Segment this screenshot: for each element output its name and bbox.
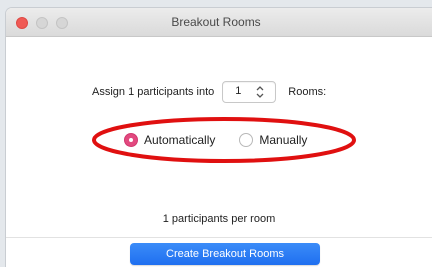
breakout-rooms-dialog: Breakout Rooms Assign 1 participants int… (6, 8, 432, 267)
title-bar: Breakout Rooms (6, 8, 432, 37)
radio-automatically-label[interactable]: Automatically (144, 133, 215, 147)
divider (6, 237, 432, 238)
radio-manually[interactable]: Manually (239, 133, 307, 147)
rooms-suffix-label: Rooms: (288, 86, 327, 98)
assign-row: Assign 1 participants into 1 Rooms: (92, 81, 326, 103)
participants-per-room-text: 1 participants per room (162, 213, 276, 225)
stepper-arrows-icon[interactable] (255, 84, 265, 100)
window-title: Breakout Rooms (171, 15, 261, 29)
dialog-content: Assign 1 participants into 1 Rooms: Auto… (6, 37, 432, 267)
screen: Breakout Rooms Assign 1 participants int… (0, 0, 432, 267)
radio-automatically[interactable]: Automatically (124, 133, 215, 147)
radio-unselected-icon[interactable] (239, 133, 254, 147)
create-breakout-rooms-button[interactable]: Create Breakout Rooms (130, 243, 320, 265)
room-count-stepper[interactable]: 1 (222, 81, 277, 103)
assignment-mode-group: Automatically Manually (124, 130, 307, 150)
radio-manually-label[interactable]: Manually (259, 133, 307, 147)
assign-prefix-label: Assign 1 participants into (92, 86, 215, 98)
room-count-value[interactable]: 1 (235, 85, 241, 97)
radio-selected-icon[interactable] (124, 133, 138, 147)
